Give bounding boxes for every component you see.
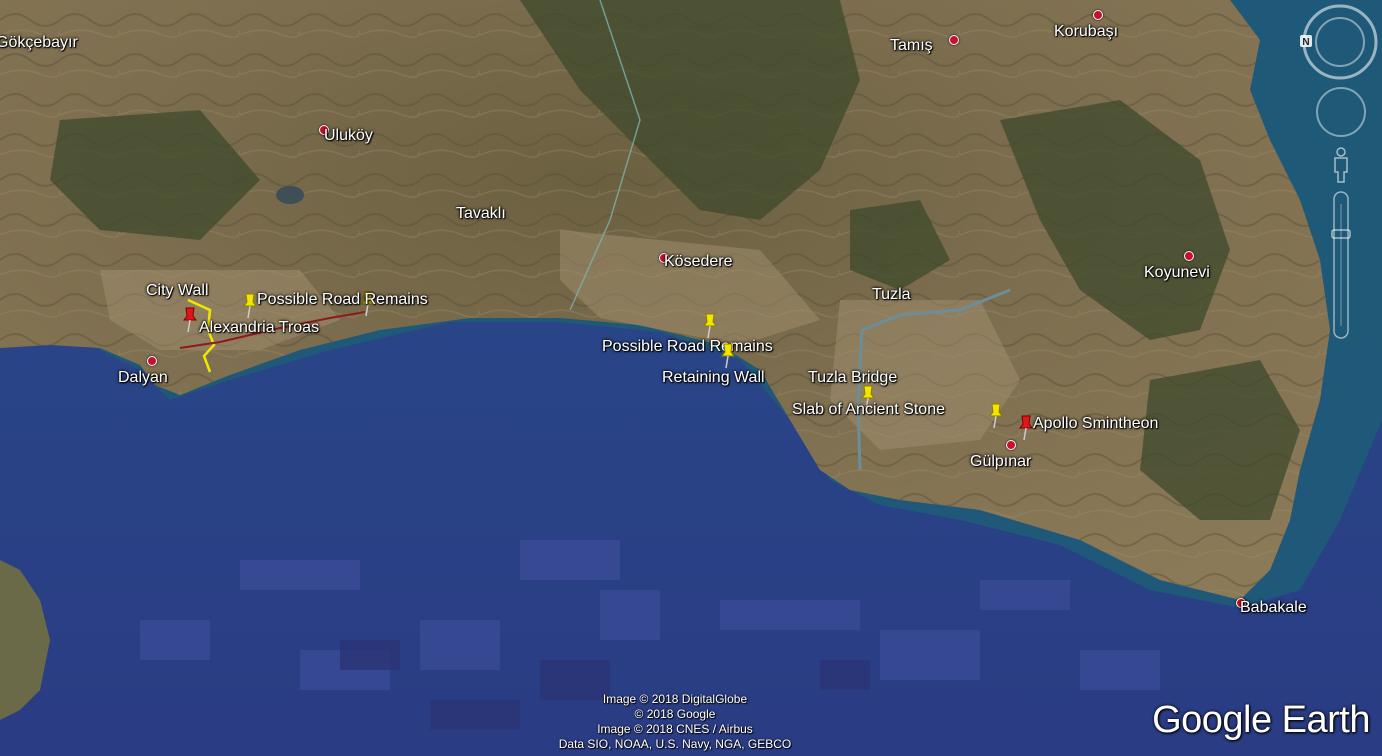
imagery-attribution: Image © 2018 DigitalGlobe © 2018 Google … [540, 692, 810, 752]
compass-ring-control[interactable]: N [1300, 2, 1380, 82]
placemark-label-retaining-wall[interactable]: Retaining Wall [662, 369, 765, 387]
attribution-line: Image © 2018 DigitalGlobe [602, 692, 748, 706]
attribution-line: Image © 2018 CNES / Airbus [597, 722, 753, 736]
place-dot-gulpinar [1006, 440, 1016, 450]
place-label-gokcebayir: Gökçebayır [0, 34, 78, 51]
pushpin-icon-alexandria-troas[interactable] [180, 304, 200, 334]
place-label-gulpinar: Gülpınar [970, 453, 1032, 470]
place-label-dalyan: Dalyan [118, 369, 168, 386]
pushpin-icon-slab-stone[interactable] [986, 400, 1006, 430]
place-label-tuzla: Tuzla [872, 286, 911, 303]
compass-north-letter: N [1302, 37, 1309, 48]
zoom-slider-control[interactable] [1330, 190, 1352, 340]
place-label-tavakli: Tavaklı [456, 205, 506, 222]
placemark-label-road-remains-1[interactable]: Possible Road Remains [257, 291, 428, 309]
look-joystick-control[interactable] [1314, 85, 1368, 139]
place-dot-koyunevi [1184, 251, 1194, 261]
placemark-label-alexandria-troas[interactable]: Alexandria Troas [199, 319, 319, 337]
street-view-pegman-icon[interactable] [1330, 146, 1352, 184]
place-dot-tamis [949, 35, 959, 45]
attribution-line: Data SIO, NOAA, U.S. Navy, NGA, GEBCO [558, 737, 792, 751]
placemark-label-city-wall[interactable]: City Wall [146, 282, 209, 300]
place-label-babakale: Babakale [1240, 599, 1307, 616]
lake [276, 186, 304, 204]
placemark-label-road-remains-2[interactable]: Possible Road Remains [602, 338, 773, 356]
place-label-tamis: Tamış [890, 37, 933, 54]
google-earth-logo: Google Earth [1152, 699, 1370, 741]
place-label-ulukoy: Uluköy [324, 127, 373, 144]
placemark-label-tuzla-bridge[interactable]: Tuzla Bridge [808, 369, 897, 387]
place-label-korubasi: Korubaşı [1054, 23, 1119, 40]
place-label-kosedere: Kösedere [664, 253, 733, 270]
place-dot-dalyan [147, 356, 157, 366]
pushpin-icon-road-remains-2[interactable] [700, 310, 720, 340]
placemark-label-slab-stone[interactable]: Slab of Ancient Stone [792, 401, 945, 419]
place-label-koyunevi: Koyunevi [1144, 264, 1210, 281]
place-dot-korubasi [1093, 10, 1103, 20]
attribution-line: © 2018 Google [634, 707, 716, 721]
placemark-label-apollo-smintheon[interactable]: Apollo Smintheon [1033, 415, 1158, 433]
pushpin-icon-retaining-wall[interactable] [718, 340, 738, 370]
